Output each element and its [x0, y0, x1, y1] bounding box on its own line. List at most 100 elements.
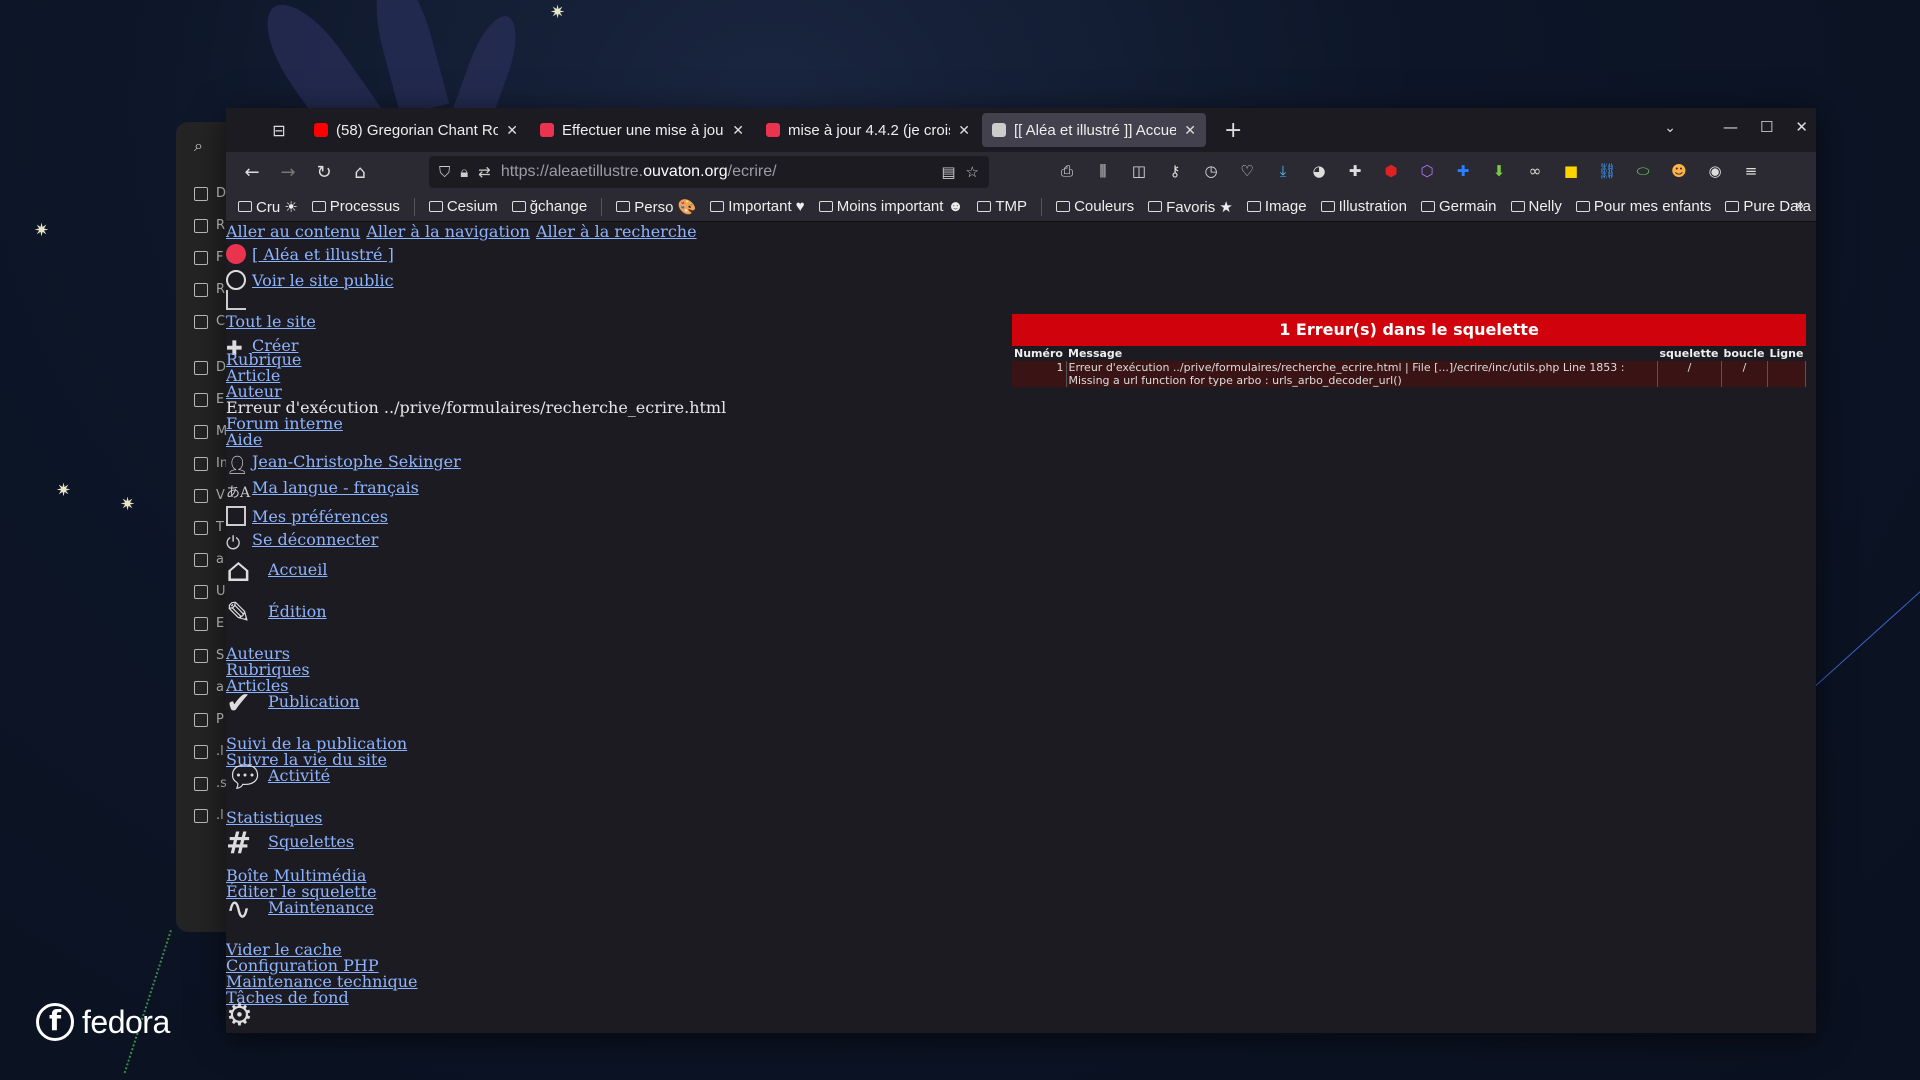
- file-manager-item[interactable]: D: [194, 186, 226, 201]
- extensions-puzzle-icon[interactable]: ✚: [1344, 160, 1366, 182]
- account-avatar-icon[interactable]: ◉: [1704, 160, 1726, 182]
- bookmark-item[interactable]: Processus: [311, 198, 400, 215]
- file-manager-item[interactable]: U: [194, 584, 226, 599]
- tab-4[interactable]: [[ Aléa et illustré ]] Accueil ✕: [982, 113, 1206, 147]
- file-manager-item[interactable]: .s: [194, 776, 227, 791]
- sidebar-icon[interactable]: ◫: [1128, 160, 1150, 182]
- bookmark-item[interactable]: Couleurs: [1056, 198, 1134, 215]
- reload-icon[interactable]: ↻: [306, 162, 342, 183]
- file-manager-item[interactable]: R: [194, 218, 225, 233]
- pocket-icon[interactable]: ♡: [1236, 160, 1258, 182]
- extension-face-icon[interactable]: ☻: [1668, 160, 1690, 182]
- bookmark-item[interactable]: Favoris ★: [1148, 198, 1233, 216]
- new-tab-button[interactable]: +: [1224, 118, 1242, 143]
- extension-green-arrow-icon[interactable]: ⬇: [1488, 160, 1510, 182]
- toggle-extension-icon[interactable]: ⬭: [1632, 160, 1654, 182]
- file-manager-item[interactable]: P: [194, 712, 224, 727]
- skip-to-content-link[interactable]: Aller au contenu: [226, 222, 360, 241]
- bookmark-item[interactable]: Perso 🎨: [616, 198, 696, 216]
- bookmark-star-icon[interactable]: ☆: [966, 163, 979, 181]
- bookmark-item[interactable]: Cru ☀: [238, 198, 298, 216]
- tab-close-icon[interactable]: ✕: [732, 122, 744, 139]
- logout-link[interactable]: Se déconnecter: [252, 530, 378, 549]
- bookmark-item[interactable]: Illustration: [1320, 198, 1407, 215]
- bookmark-item[interactable]: Cesium: [428, 198, 498, 215]
- tab-1[interactable]: (58) Gregorian Chant Rosa ✕: [304, 113, 528, 147]
- tab-3[interactable]: mise à jour 4.4.2 (je crois) ✕: [756, 113, 980, 147]
- fm-search-icon[interactable]: ⌕: [194, 136, 203, 156]
- bookmarks-overflow-icon[interactable]: »: [1795, 197, 1804, 215]
- lock-icon[interactable]: 🔒︎: [460, 163, 468, 181]
- extension-purple-icon[interactable]: ⬡: [1416, 160, 1438, 182]
- download-icon[interactable]: ⤓: [1272, 160, 1294, 182]
- permissions-icon[interactable]: ⇄: [478, 163, 491, 181]
- home-icon[interactable]: ⌂: [342, 162, 378, 183]
- bookmark-item[interactable]: Important ♥: [710, 198, 805, 215]
- tab-list-icon[interactable]: ⊟: [254, 108, 304, 152]
- bookmark-item[interactable]: Nelly: [1510, 198, 1562, 215]
- tab-close-icon[interactable]: ✕: [506, 122, 518, 139]
- bookmark-item[interactable]: ğchange: [511, 198, 587, 215]
- file-manager-item[interactable]: a: [194, 680, 224, 695]
- file-manager-item[interactable]: E: [194, 392, 224, 407]
- file-manager-item[interactable]: S: [194, 648, 224, 663]
- key-icon[interactable]: ⚷: [1164, 160, 1186, 182]
- forward-arrow-icon[interactable]: →: [270, 162, 306, 183]
- reader-view-icon[interactable]: ▤: [941, 163, 955, 181]
- menu-skeletons-link[interactable]: Squelettes: [268, 832, 354, 851]
- url-bar[interactable]: ⛉ 🔒︎ ⇄ https://aleaetillustre.ouvaton.or…: [429, 156, 989, 188]
- file-manager-item[interactable]: V: [194, 488, 225, 503]
- back-arrow-icon[interactable]: ←: [234, 162, 270, 183]
- ublock-icon[interactable]: ⬢: [1380, 160, 1402, 182]
- activity-stats-link[interactable]: Statistiques: [226, 808, 322, 827]
- tab-2[interactable]: Effectuer une mise à jour ✕: [530, 113, 754, 147]
- hamburger-menu-icon[interactable]: ≡: [1740, 160, 1762, 182]
- file-manager-item[interactable]: C: [194, 314, 225, 329]
- file-manager-item[interactable]: T: [194, 520, 224, 535]
- tab-overflow-chevron-icon[interactable]: ⌄: [1664, 120, 1676, 136]
- tab-close-icon[interactable]: ✕: [958, 122, 970, 139]
- extension-blue-plus-icon[interactable]: ✚: [1452, 160, 1474, 182]
- bookmark-item[interactable]: TMP: [977, 198, 1027, 215]
- menu-edition-link[interactable]: Édition: [268, 602, 327, 621]
- history-clock-icon[interactable]: ◷: [1200, 160, 1222, 182]
- language-link[interactable]: Ma langue - français: [252, 478, 419, 497]
- site-name-link[interactable]: [ Aléa et illustré ]: [252, 245, 394, 264]
- file-manager-item[interactable]: E: [194, 616, 224, 631]
- bookmark-item[interactable]: Germain: [1420, 198, 1497, 215]
- file-manager-item[interactable]: .l: [194, 744, 224, 759]
- menu-maintenance-link[interactable]: Maintenance: [268, 898, 374, 917]
- view-public-link[interactable]: Voir le site public: [252, 271, 394, 290]
- maximize-icon[interactable]: ☐: [1760, 118, 1773, 136]
- menu-publication-link[interactable]: Publication: [268, 692, 360, 711]
- file-manager-item[interactable]: M: [194, 424, 227, 439]
- library-icon[interactable]: ⫼: [1092, 160, 1114, 182]
- minimize-icon[interactable]: —: [1723, 118, 1738, 136]
- site-name-row: [ Aléa et illustré ]: [226, 244, 394, 264]
- file-manager-item[interactable]: R: [194, 282, 225, 297]
- user-link[interactable]: Jean-Christophe Sekinger: [252, 452, 461, 471]
- help-link[interactable]: Aide: [226, 430, 262, 449]
- menu-home-link[interactable]: Accueil: [268, 560, 327, 579]
- file-manager-item[interactable]: F: [194, 250, 223, 265]
- file-manager-item[interactable]: .l: [194, 808, 224, 823]
- whole-site-link[interactable]: Tout le site: [226, 312, 316, 331]
- extension-glasses-icon[interactable]: ∞: [1524, 160, 1546, 182]
- preferences-link[interactable]: Mes préférences: [252, 507, 388, 526]
- tab-close-icon[interactable]: ✕: [1184, 122, 1196, 139]
- url-text[interactable]: https://aleaetillustre.ouvaton.org/ecrir…: [501, 163, 932, 181]
- close-icon[interactable]: ✕: [1795, 118, 1808, 136]
- file-manager-item[interactable]: a: [194, 552, 224, 567]
- skip-to-search-link[interactable]: Aller à la recherche: [536, 222, 697, 241]
- menu-activity-link[interactable]: Activité: [268, 766, 330, 785]
- bookmark-item[interactable]: Moins important ☻: [818, 198, 963, 215]
- print-icon[interactable]: ⎙: [1056, 160, 1078, 182]
- extension-yellow-icon[interactable]: ■: [1560, 160, 1582, 182]
- palette-icon[interactable]: ◕: [1308, 160, 1330, 182]
- link-icon[interactable]: ⛓: [1596, 160, 1618, 182]
- shield-icon[interactable]: ⛉: [439, 163, 450, 181]
- file-manager-item[interactable]: D: [194, 360, 226, 375]
- bookmark-item[interactable]: Image: [1246, 198, 1307, 215]
- skip-to-nav-link[interactable]: Aller à la navigation: [366, 222, 530, 241]
- bookmark-item[interactable]: Pour mes enfants: [1575, 198, 1711, 215]
